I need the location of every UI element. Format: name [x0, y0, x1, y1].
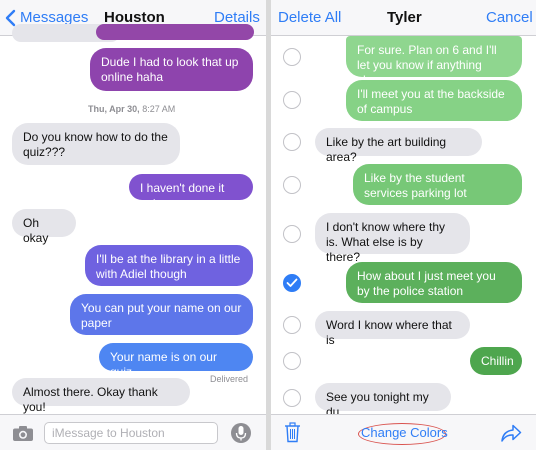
message-bubble-outgoing[interactable]: Dude I had to look that up online haha	[90, 48, 253, 91]
message-bubble-incoming[interactable]: I don't know where thy is. What else is …	[315, 213, 470, 264]
select-radio[interactable]	[283, 133, 301, 151]
compose-bar	[0, 414, 266, 450]
timestamp-time: 8:27 AM	[142, 104, 176, 114]
message-bubble-incoming[interactable]: Do you know how to do the quiz???	[12, 123, 180, 165]
cancel-button[interactable]: Cancel	[486, 9, 533, 26]
message-bubble-outgoing[interactable]: Like by the student services parking lot	[353, 164, 522, 205]
houston-conversation: Messages Houston Details Dude I had to l…	[0, 0, 266, 450]
select-radio[interactable]	[283, 48, 301, 66]
select-radio[interactable]	[283, 316, 301, 334]
message-text: I don't know where thy is. What else is …	[326, 220, 446, 264]
select-radio[interactable]	[283, 176, 301, 194]
message-bubble-incoming[interactable]: See you tonight my du	[315, 383, 451, 419]
timestamp-date: Thu, Apr 30,	[88, 104, 140, 114]
message-text: Dude I had to look that up online haha	[101, 55, 239, 84]
select-radio-checked[interactable]	[283, 274, 301, 292]
message-text: Word I know where that is	[326, 318, 452, 347]
message-bubble-outgoing[interactable]: Chillin	[470, 347, 522, 375]
message-text: I'll meet you at the backside of campus	[357, 87, 505, 116]
message-text: I haven't done it yet	[140, 181, 225, 210]
message-text: Do you know how to do the quiz???	[23, 130, 168, 159]
message-bubble-outgoing-selected[interactable]: How about I just meet you by the police …	[346, 262, 522, 303]
conversation-title: Tyler	[387, 9, 422, 26]
select-radio[interactable]	[283, 91, 301, 109]
delivered-status: Delivered	[210, 374, 249, 384]
select-radio[interactable]	[283, 225, 301, 243]
message-text: You can put your name on our paper	[81, 301, 242, 330]
checkmark-icon	[286, 278, 298, 287]
message-input[interactable]	[44, 422, 218, 444]
microphone-icon[interactable]	[231, 422, 251, 444]
message-bubble-incoming[interactable]: Word I know where that is	[315, 311, 470, 347]
message-bubble-incoming[interactable]: Like by the art building area?	[315, 128, 482, 164]
nav-bar: Delete All Tyler Cancel	[271, 0, 536, 36]
select-radio[interactable]	[283, 389, 301, 407]
navbar-overlay	[0, 0, 266, 36]
message-bubble-outgoing[interactable]: Your name is on our quiz	[99, 343, 253, 379]
change-colors-button[interactable]: Change Colors	[361, 425, 448, 440]
message-text: Like by the art building area?	[326, 135, 447, 164]
timestamp: Thu, Apr 30, 8:27 AM	[88, 104, 175, 114]
edit-toolbar: Change Colors	[271, 414, 536, 450]
message-bubble-outgoing[interactable]: I'll be at the library in a little with …	[85, 245, 253, 286]
message-text: Your name is on our quiz	[110, 350, 217, 379]
delete-all-button[interactable]: Delete All	[278, 9, 341, 26]
message-bubble-outgoing[interactable]: I haven't done it yet	[129, 174, 253, 210]
message-bubble-outgoing[interactable]: You can put your name on our paper	[70, 294, 253, 335]
message-bubble-outgoing[interactable]: I'll meet you at the backside of campus	[346, 80, 522, 121]
message-bubble-incoming[interactable]: Almost there. Okay thank you!	[12, 378, 190, 414]
message-bubble-outgoing[interactable]: For sure. Plan on 6 and I'll let you kno…	[346, 36, 522, 87]
message-text: How about I just meet you by the police …	[357, 269, 496, 298]
message-text: Oh okay	[23, 216, 49, 245]
message-text: I'll be at the library in a little with …	[96, 252, 241, 281]
camera-icon[interactable]	[12, 425, 34, 442]
trash-icon[interactable]	[284, 422, 301, 443]
select-radio[interactable]	[283, 352, 301, 370]
tyler-conversation-edit: Delete All Tyler Cancel For sure. Plan o…	[271, 0, 536, 450]
message-text: Almost there. Okay thank you!	[23, 385, 158, 414]
message-bubble-incoming[interactable]: Oh okay	[12, 209, 76, 245]
share-arrow-icon[interactable]	[500, 423, 522, 443]
message-text: Chillin	[481, 354, 514, 368]
message-text: Like by the student services parking lot	[364, 171, 467, 200]
